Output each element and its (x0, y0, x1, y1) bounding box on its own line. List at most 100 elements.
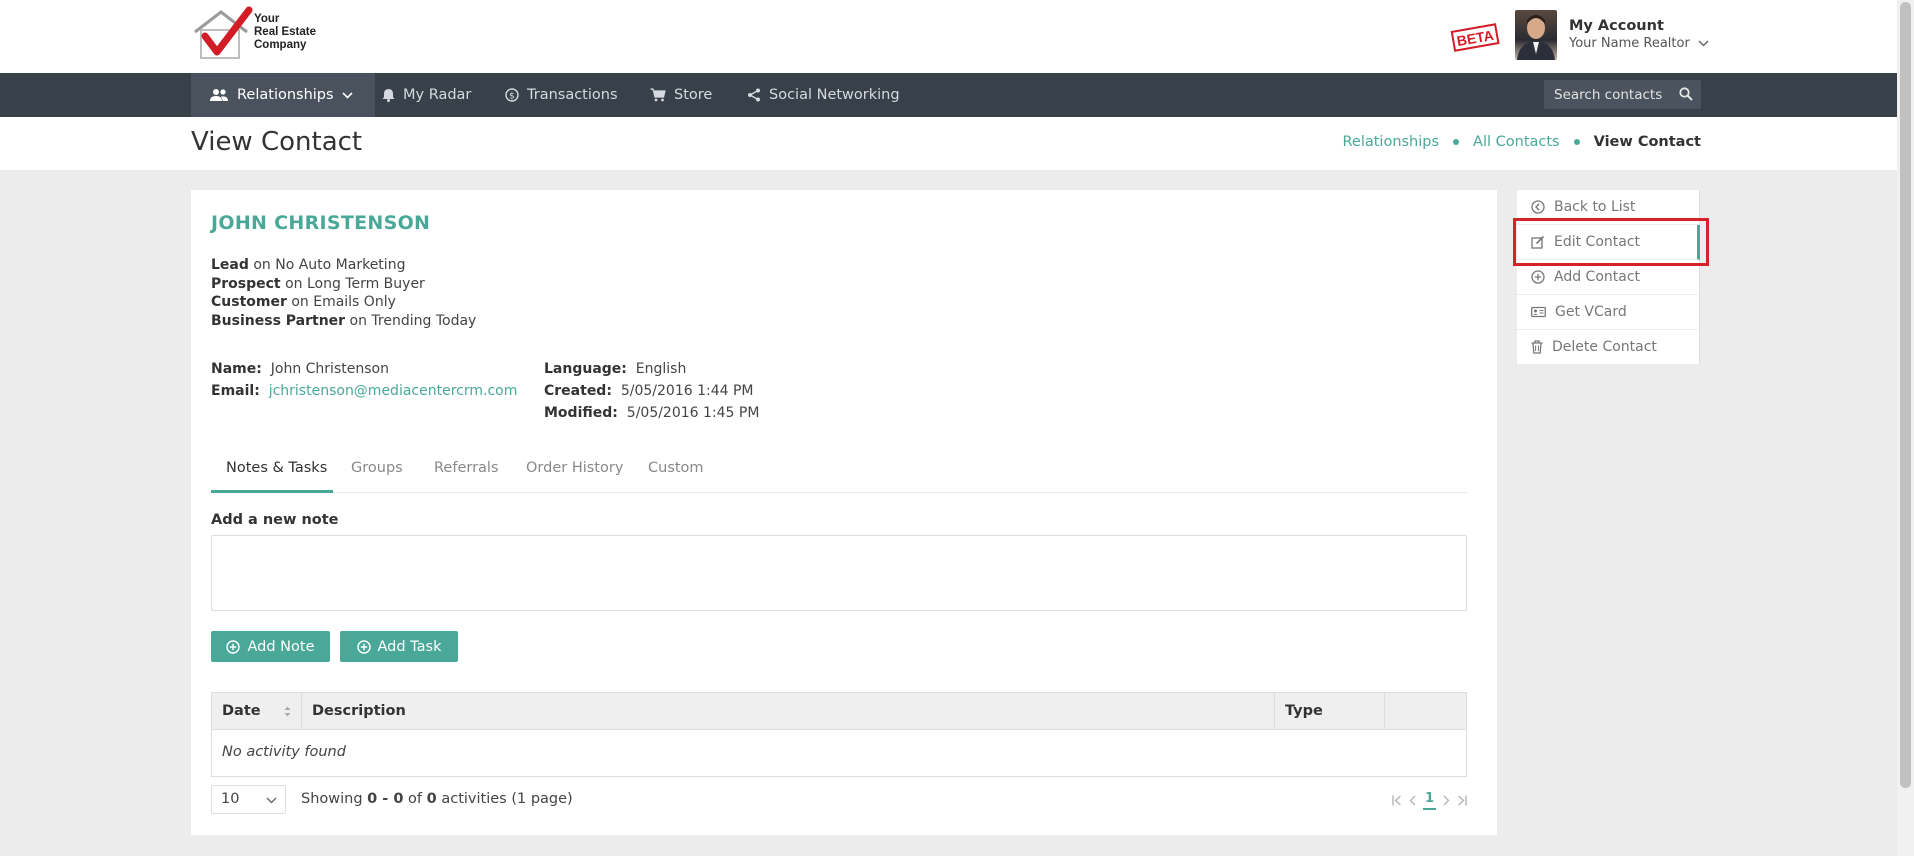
modified-value: 5/05/2016 1:45 PM (626, 405, 760, 421)
back-circle-icon (1531, 200, 1545, 214)
status-campaign: on Emails Only (291, 294, 396, 311)
status-role: Customer (211, 294, 287, 311)
get-vcard-button[interactable]: Get VCard (1517, 295, 1700, 330)
pagination: 1 (1392, 791, 1467, 810)
status-role: Lead (211, 257, 249, 273)
email-label: Email: (211, 383, 260, 399)
created-value: 5/05/2016 1:44 PM (620, 383, 754, 399)
delete-contact-button[interactable]: Delete Contact (1517, 330, 1700, 365)
table-footer: 10 Showing 0 - 0 of 0 activities (1 page… (211, 785, 1467, 815)
cart-icon (650, 88, 666, 102)
modified-label: Modified: (544, 405, 618, 421)
tab-groups[interactable]: Groups (351, 456, 403, 493)
showing-total: 0 (426, 791, 437, 807)
back-to-list-button[interactable]: Back to List (1517, 190, 1700, 225)
status-line: Lead on No Auto Marketing (211, 256, 476, 275)
nav-transactions[interactable]: $ Transactions (505, 73, 618, 117)
status-line: Business Partner on Trending Today (211, 312, 476, 331)
chevron-down-icon (266, 797, 277, 804)
tab-custom[interactable]: Custom (648, 456, 704, 493)
page-number-current[interactable]: 1 (1422, 791, 1436, 810)
nav-my-radar-label: My Radar (403, 87, 472, 103)
last-page-icon[interactable] (1457, 795, 1467, 806)
scrollbar-thumb[interactable] (1900, 2, 1911, 788)
activity-table: Date Description Type No activity found (211, 692, 1467, 777)
nav-relationships-label: Relationships (237, 87, 334, 103)
nav-store[interactable]: Store (650, 73, 712, 117)
tab-order-history[interactable]: Order History (526, 456, 623, 493)
note-textarea[interactable] (211, 535, 1467, 611)
contact-statuses: Lead on No Auto Marketing Prospect on Lo… (211, 256, 476, 331)
add-contact-button[interactable]: Add Contact (1517, 260, 1700, 295)
logo-text: Your Real Estate Company (254, 13, 317, 51)
add-note-label-text: Add Note (247, 638, 315, 655)
edit-contact-button[interactable]: Edit Contact (1517, 225, 1700, 260)
showing-range: 0 - 0 (367, 791, 404, 807)
previous-page-icon[interactable] (1409, 795, 1416, 806)
status-role: Prospect (211, 275, 281, 292)
add-task-button[interactable]: Add Task (340, 631, 458, 662)
id-card-icon (1531, 306, 1546, 318)
created-label: Created: (544, 383, 612, 399)
top-header: Your Real Estate Company BETA My Account… (0, 0, 1897, 73)
column-description: Description (302, 693, 1275, 729)
bell-icon (382, 89, 395, 102)
tab-notes-tasks[interactable]: Notes & Tasks (211, 456, 333, 493)
svg-text:$: $ (509, 92, 515, 102)
chevron-down-icon (342, 91, 353, 99)
contact-details-left: Name: John Christenson Email: jchristens… (211, 358, 517, 402)
per-page-value: 10 (221, 791, 240, 807)
title-bar: View Contact Relationships All Contacts … (0, 117, 1897, 170)
language-label: Language: (544, 361, 627, 377)
status-campaign: on No Auto Marketing (253, 257, 406, 273)
language-value: English (635, 361, 687, 377)
search-input[interactable] (1554, 86, 1674, 103)
edit-contact-label: Edit Contact (1554, 234, 1641, 250)
account-subtitle: Your Name Realtor (1569, 36, 1690, 51)
breadcrumb: Relationships All Contacts View Contact (1342, 134, 1701, 150)
column-type-label: Type (1285, 703, 1323, 719)
first-page-icon[interactable] (1392, 795, 1402, 806)
next-page-icon[interactable] (1443, 795, 1450, 806)
breadcrumb-all-contacts[interactable]: All Contacts (1473, 134, 1560, 150)
get-vcard-label: Get VCard (1555, 304, 1627, 320)
status-campaign: on Trending Today (349, 313, 477, 330)
add-contact-label: Add Contact (1554, 269, 1641, 285)
chevron-down-icon (1698, 40, 1709, 47)
empty-table-message: No activity found (222, 744, 346, 760)
contact-card: JOHN CHRISTENSON Lead on No Auto Marketi… (191, 190, 1497, 835)
breadcrumb-current: View Contact (1593, 134, 1701, 150)
nav-my-radar[interactable]: My Radar (382, 73, 471, 117)
table-row: No activity found (212, 729, 1466, 776)
contact-name: JOHN CHRISTENSON (211, 212, 431, 234)
status-role: Business Partner (211, 313, 346, 330)
search-icon[interactable] (1679, 87, 1693, 101)
search-box (1544, 80, 1701, 109)
back-to-list-label: Back to List (1554, 199, 1636, 215)
account-menu[interactable]: My Account Your Name Realtor (1569, 18, 1709, 51)
tab-referrals[interactable]: Referrals (434, 456, 499, 493)
avatar[interactable] (1515, 10, 1557, 60)
email-link[interactable]: jchristenson@mediacentercrm.com (269, 383, 518, 399)
table-header: Date Description Type (212, 693, 1466, 729)
share-icon (748, 88, 760, 102)
contact-tabs: Notes & Tasks Groups Referrals Order His… (211, 456, 1467, 493)
per-page-select[interactable]: 10 (211, 785, 286, 814)
plus-circle-icon (356, 639, 371, 654)
people-icon (210, 89, 228, 101)
nav-social-networking-label: Social Networking (769, 87, 900, 103)
nav-relationships[interactable]: Relationships (191, 73, 375, 117)
dollar-circle-icon: $ (505, 88, 519, 102)
add-note-button[interactable]: Add Note (211, 631, 330, 662)
company-logo[interactable]: Your Real Estate Company (191, 6, 331, 66)
column-description-label: Description (312, 703, 406, 719)
nav-social-networking[interactable]: Social Networking (747, 73, 900, 117)
breadcrumb-relationships[interactable]: Relationships (1342, 134, 1439, 150)
contact-actions: Back to List Edit Contact Add Contact Ge… (1517, 190, 1700, 365)
add-task-label-text: Add Task (377, 638, 442, 655)
column-date[interactable]: Date (212, 693, 302, 729)
nav-store-label: Store (674, 87, 713, 103)
breadcrumb-separator (1573, 139, 1580, 145)
column-type: Type (1275, 693, 1385, 729)
column-date-label: Date (222, 703, 261, 719)
